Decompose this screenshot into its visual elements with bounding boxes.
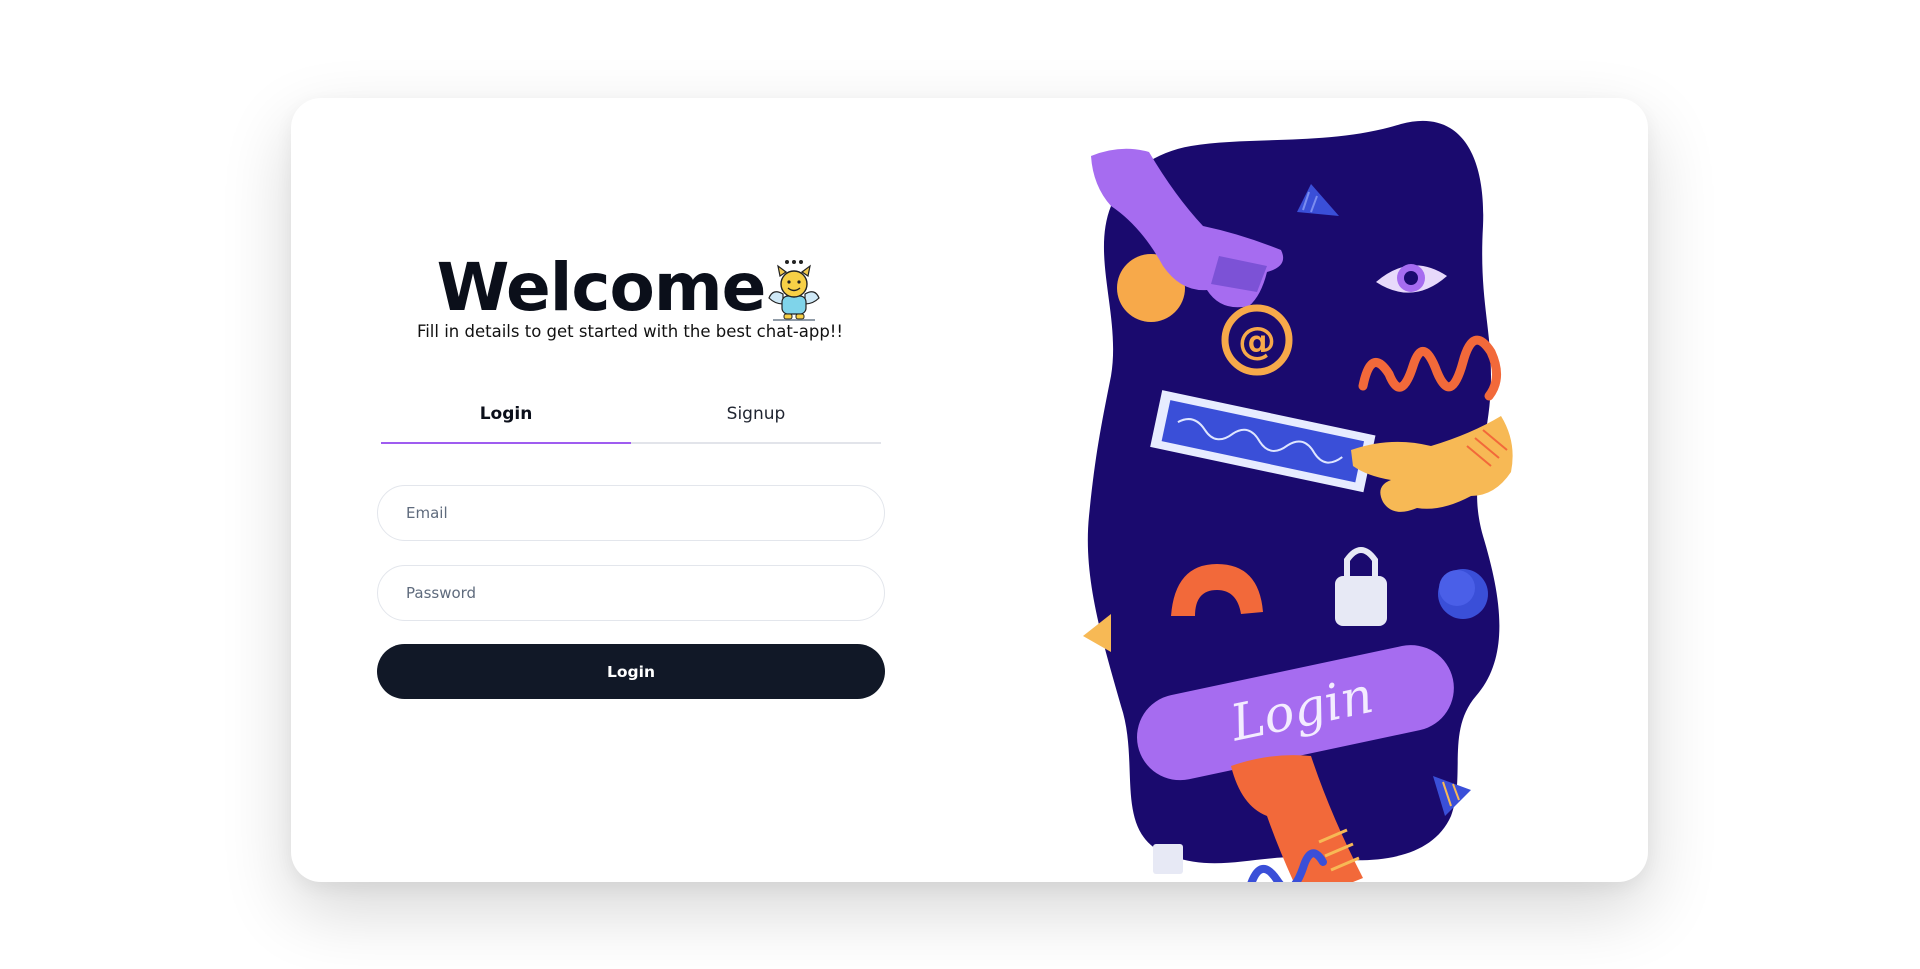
tab-signup[interactable]: Signup [631, 388, 881, 442]
page-title: Welcome [436, 249, 767, 326]
login-button[interactable]: Login [377, 644, 885, 699]
tab-login[interactable]: Login [381, 388, 631, 444]
svg-text:@: @ [1238, 319, 1276, 363]
login-card: Welcome Fill in details to get started w… [291, 98, 1648, 882]
login-panel: Welcome Fill in details to get started w… [291, 98, 969, 882]
login-illustration: @ Login [1071, 116, 1541, 882]
auth-tabs: Login Signup [381, 388, 881, 444]
welcome-heading: Welcome [291, 248, 969, 328]
email-field[interactable] [377, 485, 885, 541]
devil-emoji-icon [765, 258, 823, 322]
password-field[interactable] [377, 565, 885, 621]
page-subtitle: Fill in details to get started with the … [416, 322, 844, 341]
